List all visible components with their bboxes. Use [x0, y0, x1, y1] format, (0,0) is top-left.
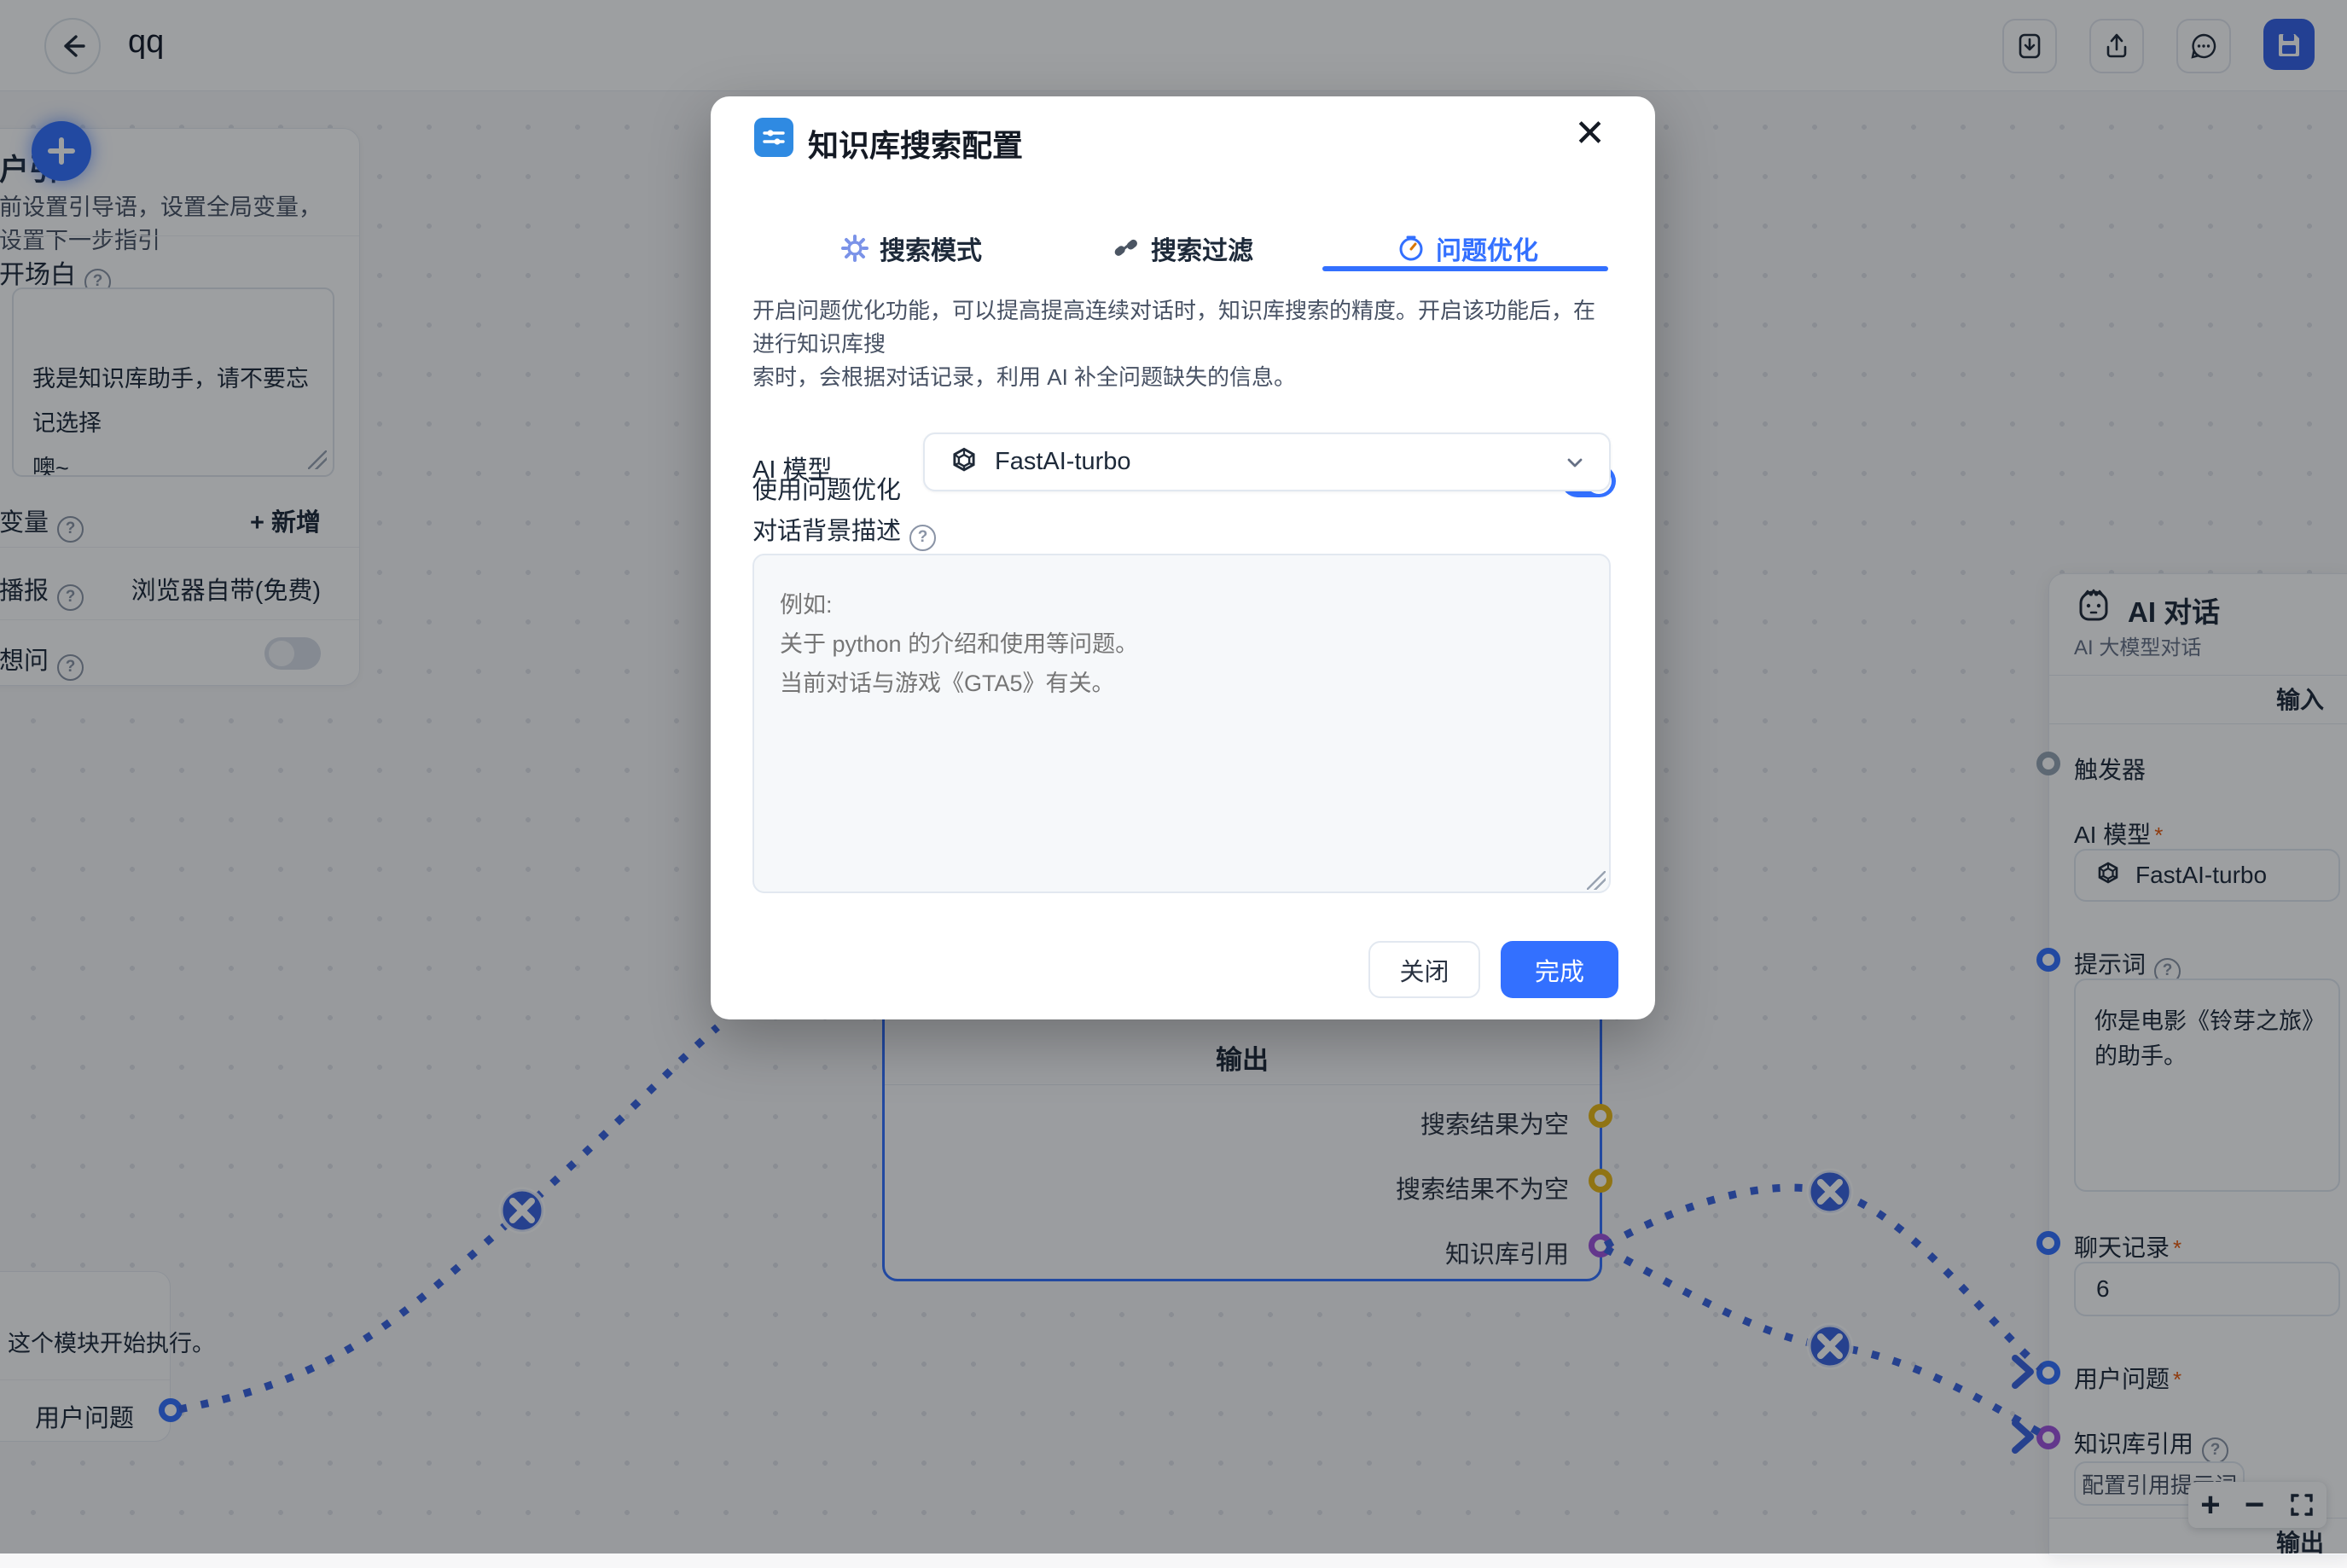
- chevron-down-icon: [1563, 450, 1587, 474]
- tab-search-filter[interactable]: 搜索过滤: [1112, 229, 1253, 267]
- tab-search-mode[interactable]: 搜索模式: [840, 229, 982, 267]
- background-desc-textarea[interactable]: [752, 554, 1611, 893]
- close-icon[interactable]: ✕: [1574, 115, 1606, 153]
- modal-close-button[interactable]: 关闭: [1368, 941, 1480, 998]
- modal-title: 知识库搜索配置: [808, 121, 1023, 166]
- plug-filter-icon: [1112, 234, 1141, 263]
- sliders-icon: [754, 118, 793, 157]
- openai-icon: [947, 445, 981, 479]
- resize-handle-icon[interactable]: [1587, 871, 1606, 890]
- help-icon: ?: [909, 525, 936, 551]
- tab-question-optimize[interactable]: 问题优化: [1397, 229, 1538, 267]
- ai-model-value: FastAI-turbo: [995, 448, 1131, 476]
- feature-description: 开启问题优化功能，可以提高提高连续对话时，知识库搜索的精度。开启该功能后，在进行…: [752, 294, 1614, 394]
- gear-icon: [840, 234, 869, 263]
- active-tab-underline: [1322, 266, 1608, 271]
- background-desc-label: 对话背景描述?: [752, 511, 936, 551]
- modal-done-button[interactable]: 完成: [1501, 941, 1618, 998]
- clock-icon: [1397, 234, 1426, 263]
- kb-search-config-modal: 知识库搜索配置 ✕ 搜索模式 搜索过滤 问题优化 开启问题优化功能，可以提高提高…: [711, 96, 1655, 1019]
- ai-model-select[interactable]: FastAI-turbo: [923, 433, 1611, 491]
- ai-model-label: AI 模型: [752, 450, 832, 485]
